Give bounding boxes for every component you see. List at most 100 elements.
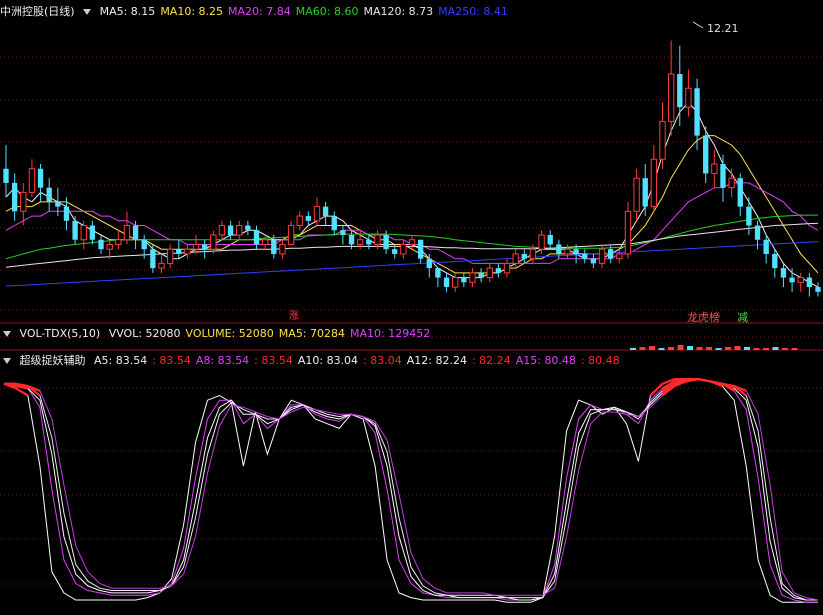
- candle: [11, 173, 18, 221]
- candle-body-up: [529, 248, 537, 260]
- candle: [521, 249, 527, 264]
- candle: [150, 244, 156, 273]
- candle: [512, 249, 519, 269]
- candle-body-down: [72, 220, 78, 240]
- candle: [417, 239, 424, 264]
- candle: [305, 211, 312, 226]
- candle-body-up: [728, 177, 735, 189]
- stock-title[interactable]: 中洲控股(日线): [0, 5, 75, 18]
- candle: [20, 182, 27, 226]
- candle-body-down: [348, 235, 355, 245]
- candle-body-down: [789, 277, 795, 283]
- dropdown-triangle-icon[interactable]: [3, 358, 11, 364]
- candle-body-down: [780, 268, 787, 278]
- candlestick-series: [3, 40, 821, 297]
- dropdown-triangle-icon[interactable]: [3, 331, 11, 337]
- oscillator-title[interactable]: 超级捉妖辅助: [20, 354, 86, 367]
- candle-body-up: [564, 248, 571, 255]
- volume-bar: [658, 348, 665, 350]
- event-marker-rise[interactable]: 涨: [289, 311, 299, 323]
- price-legend-item-1: MA10: 8.25: [160, 5, 224, 18]
- volume-bar: [639, 347, 646, 350]
- candle-body-down: [746, 206, 752, 226]
- candle-body-down: [737, 178, 743, 207]
- candle-body-up: [503, 262, 511, 274]
- candle-body-down: [3, 168, 9, 183]
- candle-body-up: [279, 243, 286, 255]
- candle-body-up: [400, 243, 407, 255]
- candle: [806, 272, 813, 297]
- candle: [564, 244, 571, 259]
- candle: [236, 220, 243, 240]
- candle-body-up: [486, 267, 493, 279]
- candle-body-down: [392, 249, 398, 254]
- candle: [296, 211, 303, 231]
- candle: [192, 235, 200, 254]
- candle: [80, 220, 87, 250]
- volume-bar: [668, 347, 674, 350]
- candle: [184, 244, 191, 259]
- candle-body-down: [582, 253, 588, 259]
- volume-bar: [706, 347, 712, 350]
- dropdown-triangle-icon[interactable]: [83, 9, 92, 15]
- candle-body-down: [478, 272, 484, 278]
- candle-body-up: [115, 239, 122, 245]
- ma-line-ma10: [5, 135, 819, 274]
- candle-body-up: [650, 158, 658, 208]
- event-marker-dragon-tiger[interactable]: 龙虎榜: [687, 312, 720, 324]
- price-legend-item-4: MA120: 8.73: [363, 5, 434, 18]
- candle-body-down: [383, 235, 389, 250]
- candle: [728, 168, 735, 198]
- oscillator-legend: 超级捉妖辅助 A5: 83.54: 83.54 A8: 83.54: 83.54 A…: [0, 353, 630, 369]
- candle-body-down: [806, 277, 813, 288]
- candle-body-up: [313, 206, 321, 222]
- candle-body-down: [694, 88, 700, 136]
- volume-bar: [687, 346, 693, 350]
- price-legend: 中洲控股(日线) MA5: 8.15 MA10: 8.25 MA20: 7.84 MA…: [0, 4, 518, 20]
- chart-canvas: [0, 21, 823, 603]
- event-marker-reduce[interactable]: 减: [737, 312, 748, 324]
- oscillator-legend-item-9: : 80.48: [580, 354, 620, 367]
- candle-body-down: [340, 230, 346, 235]
- candle: [616, 249, 623, 264]
- candle: [582, 249, 588, 264]
- candle-body-up: [452, 277, 459, 288]
- candle-body-up: [184, 248, 191, 255]
- candle-body-down: [305, 216, 312, 221]
- candle-body-down: [815, 287, 821, 292]
- candle: [763, 235, 769, 264]
- volume-bar: [677, 345, 684, 350]
- oscillator-legend-item-3: : 83.54: [254, 354, 293, 367]
- oscillator-legend-item-5: : 83.04: [363, 354, 402, 367]
- candle: [313, 197, 321, 226]
- candle-body-down: [461, 277, 467, 283]
- candle-body-down: [150, 249, 156, 269]
- candle-body-down: [132, 225, 139, 240]
- volume-bar: [753, 348, 760, 350]
- candle-body-down: [435, 268, 441, 278]
- candle: [633, 168, 640, 221]
- candle-body-up: [408, 239, 416, 245]
- volume-bar: [715, 348, 722, 350]
- candle: [279, 239, 286, 259]
- candle-body-up: [667, 73, 675, 122]
- candle-body-down: [443, 277, 450, 288]
- candle: [503, 258, 511, 278]
- volume-title[interactable]: VOL-TDX(5,10): [20, 327, 101, 340]
- candle: [642, 164, 648, 217]
- candle-body-down: [590, 258, 597, 264]
- candle-body-up: [261, 239, 269, 245]
- oscillator-legend-item-1: : 83.54: [152, 354, 191, 367]
- candle-body-down: [245, 225, 251, 231]
- candle: [98, 235, 104, 254]
- candle-body-up: [166, 248, 174, 264]
- candle-body-down: [322, 206, 329, 217]
- candle-body-up: [356, 239, 364, 245]
- candle-body-down: [720, 164, 726, 188]
- candle: [590, 253, 597, 269]
- candle: [322, 201, 329, 226]
- candle-body-down: [37, 168, 44, 188]
- candle: [797, 272, 804, 292]
- candle: [495, 263, 502, 278]
- candle: [650, 145, 658, 212]
